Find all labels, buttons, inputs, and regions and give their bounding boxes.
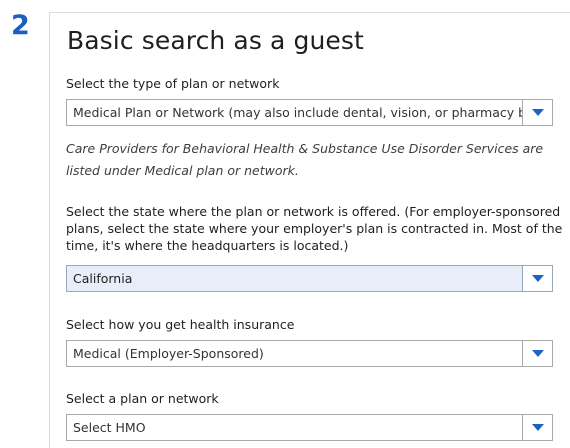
insurance-source-select[interactable]: Medical (Employer-Sponsored) <box>66 340 553 367</box>
insurance-source-value: Medical (Employer-Sponsored) <box>73 346 264 361</box>
plan-value: Select HMO <box>73 420 146 435</box>
plan-type-select[interactable]: Medical Plan or Network (may also includ… <box>66 99 553 126</box>
plan-dropdown-button[interactable] <box>522 415 552 440</box>
plan-type-dropdown-button[interactable] <box>522 100 552 125</box>
insurance-source-label: Select how you get health insurance <box>66 317 295 332</box>
guest-search-card: Basic search as a guest Select the type … <box>49 12 570 448</box>
chevron-down-icon <box>531 350 544 357</box>
chevron-down-icon <box>531 424 544 431</box>
state-select[interactable]: California <box>66 265 553 292</box>
state-dropdown-button[interactable] <box>522 266 552 291</box>
chevron-down-icon <box>531 109 544 116</box>
page-title: Basic search as a guest <box>67 26 364 55</box>
step-number: 2 <box>11 10 30 41</box>
chevron-down-icon <box>531 275 544 282</box>
state-value: California <box>73 271 133 286</box>
behavioral-health-note: Care Providers for Behavioral Health & S… <box>66 141 544 178</box>
plan-label: Select a plan or network <box>66 391 219 406</box>
plan-type-value: Medical Plan or Network (may also includ… <box>73 105 522 120</box>
insurance-source-dropdown-button[interactable] <box>522 341 552 366</box>
plan-select[interactable]: Select HMO <box>66 414 553 441</box>
state-label: Select the state where the plan or netwo… <box>66 204 563 253</box>
plan-type-label: Select the type of plan or network <box>66 76 280 91</box>
